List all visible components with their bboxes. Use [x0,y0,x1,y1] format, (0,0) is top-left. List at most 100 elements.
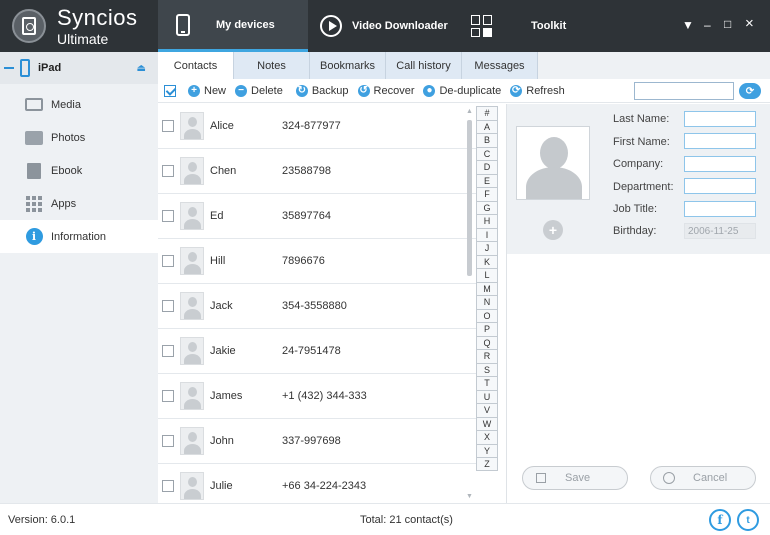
first-name-field[interactable] [684,133,756,149]
delete-button[interactable]: − Delete [235,84,283,97]
row-checkbox[interactable] [162,210,174,222]
select-all-checkbox[interactable] [164,84,176,97]
maximize-icon[interactable]: □ [724,17,731,31]
alphabet-letter[interactable]: W [476,416,498,430]
table-row[interactable]: Julie +66 34-224-2343 [158,464,476,503]
row-checkbox[interactable] [162,390,174,402]
alphabet-letter[interactable]: K [476,254,498,268]
tab-contacts[interactable]: Contacts [158,52,234,79]
alphabet-letter[interactable]: V [476,403,498,417]
table-row[interactable]: Hill 7896676 [158,239,476,284]
refresh-button[interactable]: ⟳ Refresh [510,84,565,97]
twitter-icon[interactable]: t [737,509,759,531]
tab-call-history[interactable]: Call history [386,52,462,79]
sidebar-item-photos[interactable]: Photos [0,121,158,154]
table-row[interactable]: John 337-997698 [158,419,476,464]
tab-my-devices[interactable]: My devices [158,0,308,52]
add-photo-icon[interactable]: + [543,220,563,240]
alphabet-letter[interactable]: J [476,241,498,255]
scroll-up-icon[interactable]: ▲ [466,108,473,115]
sidebar-item-apps[interactable]: Apps [0,187,158,220]
alphabet-letter[interactable]: # [476,106,498,120]
tab-video-downloader[interactable]: Video Downloader [320,0,460,52]
collapse-icon[interactable] [4,67,14,69]
alphabet-letter[interactable]: L [476,268,498,282]
sidebar-item-media[interactable]: Media [0,88,158,121]
backup-icon: ↻ [295,84,308,97]
scroll-thumb[interactable] [467,120,472,276]
menu-dropdown-icon[interactable]: ▼ [682,18,694,32]
eject-icon[interactable]: ⏏ [137,63,146,74]
row-checkbox[interactable] [162,255,174,267]
row-checkbox[interactable] [162,345,174,357]
sidebar-item-information[interactable]: i Information [0,220,159,253]
row-checkbox[interactable] [162,165,174,177]
new-button[interactable]: + New [188,84,226,97]
sidebar-item-label: Photos [51,131,86,144]
close-icon[interactable]: × [745,15,754,32]
table-row[interactable]: Chen 23588798 [158,149,476,194]
row-checkbox[interactable] [162,120,174,132]
search-input[interactable] [634,82,734,100]
media-icon [25,97,43,113]
refresh-icon: ⟳ [510,84,523,97]
deduplicate-button[interactable]: ● De-duplicate [423,84,501,97]
alphabet-letter[interactable]: X [476,430,498,444]
table-row[interactable]: James +1 (432) 344-333 [158,374,476,419]
list-scrollbar[interactable]: ▲ ▼ [466,108,474,500]
alphabet-letter[interactable]: N [476,295,498,309]
birthday-label: Birthday: [613,225,657,237]
contact-detail-panel: + Last Name: First Name: Company: Depart… [506,104,770,503]
alphabet-letter[interactable]: H [476,214,498,228]
alphabet-letter[interactable]: B [476,133,498,147]
save-button[interactable]: Save [522,466,628,490]
alphabet-letter[interactable]: S [476,362,498,376]
recover-button[interactable]: ↺ Recover [357,84,414,97]
alphabet-letter[interactable]: M [476,281,498,295]
alphabet-letter[interactable]: G [476,200,498,214]
table-row[interactable]: Jakie 24-7951478 [158,329,476,374]
alphabet-letter[interactable]: R [476,349,498,363]
tab-toolkit[interactable]: Toolkit [471,0,591,52]
alphabet-letter[interactable]: P [476,322,498,336]
alphabet-letter[interactable]: I [476,227,498,241]
minimize-icon[interactable]: – [704,18,711,32]
table-row[interactable]: Alice 324-877977 [158,104,476,149]
contacts-toolbar: + New − Delete ↻ Backup ↺ Recover ● De-duplic… [158,79,770,103]
alphabet-letter[interactable]: A [476,119,498,133]
last-name-field[interactable] [684,111,756,127]
alphabet-letter[interactable]: C [476,146,498,160]
alphabet-letter[interactable]: U [476,389,498,403]
search-button-icon[interactable]: ⟳ [739,83,761,99]
backup-button[interactable]: ↻ Backup [295,84,349,97]
alphabet-letter[interactable]: F [476,187,498,201]
avatar [180,337,204,365]
contact-name: Alice [210,120,234,132]
alphabet-letter[interactable]: D [476,160,498,174]
department-field[interactable] [684,178,756,194]
row-checkbox[interactable] [162,435,174,447]
alphabet-letter[interactable]: Q [476,335,498,349]
alphabet-letter[interactable]: Y [476,443,498,457]
scroll-down-icon[interactable]: ▼ [466,493,473,500]
row-checkbox[interactable] [162,480,174,492]
company-field[interactable] [684,156,756,172]
alphabet-letter[interactable]: O [476,308,498,322]
alphabet-letter[interactable]: E [476,173,498,187]
cancel-button[interactable]: Cancel [650,466,756,490]
device-ipad[interactable]: iPad ⏏ [0,52,158,84]
alphabet-letter[interactable]: Z [476,457,498,471]
tab-messages[interactable]: Messages [462,52,538,79]
table-row[interactable]: Ed 35897764 [158,194,476,239]
tab-notes[interactable]: Notes [234,52,310,79]
job-title-field[interactable] [684,201,756,217]
facebook-icon[interactable]: f [709,509,731,531]
plus-icon: + [188,84,200,97]
sidebar-item-label: Information [51,230,107,243]
alphabet-letter[interactable]: T [476,376,498,390]
tab-bookmarks[interactable]: Bookmarks [310,52,386,79]
sidebar-item-ebook[interactable]: Ebook [0,154,158,187]
row-checkbox[interactable] [162,300,174,312]
tab-video-downloader-label: Video Downloader [352,20,448,32]
table-row[interactable]: Jack 354-3558880 [158,284,476,329]
